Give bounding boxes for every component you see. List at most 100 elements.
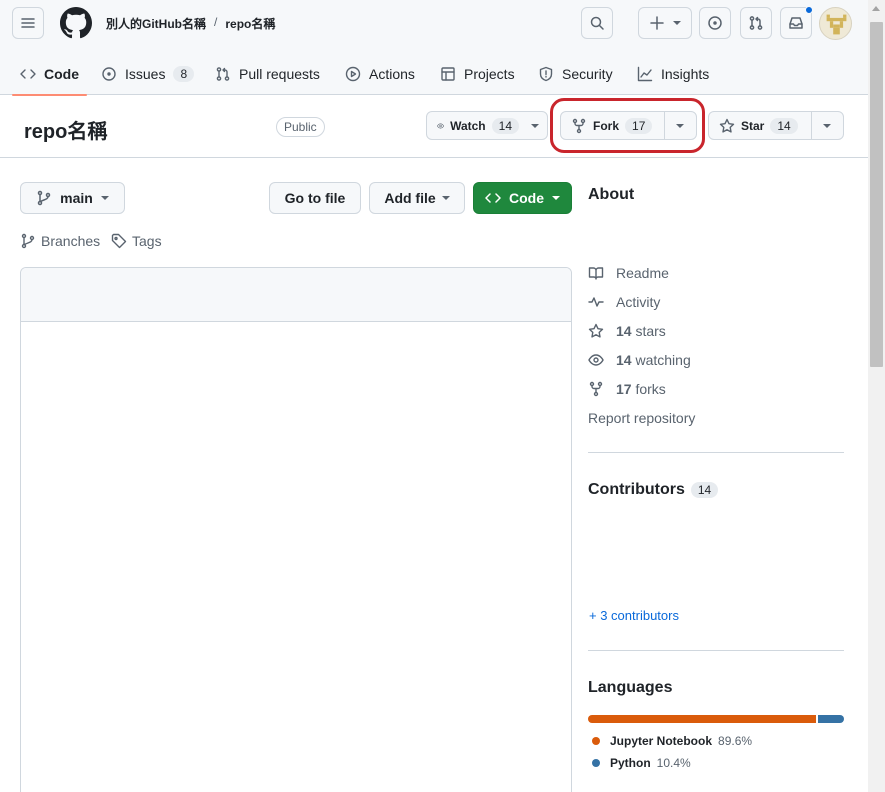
create-new-button[interactable] — [638, 7, 692, 39]
menu-button[interactable] — [12, 7, 44, 39]
github-logo-icon[interactable] — [60, 7, 92, 39]
search-button[interactable] — [581, 7, 613, 39]
play-icon — [345, 66, 361, 81]
language-color-dot — [592, 737, 600, 745]
eye-icon — [437, 122, 444, 129]
chevron-down-icon — [676, 123, 685, 128]
search-icon — [590, 16, 604, 30]
chevron-down-icon — [552, 196, 560, 200]
language-percent: 89.6% — [718, 734, 753, 748]
repo-link[interactable]: repo名稱 — [225, 15, 275, 32]
page-title[interactable]: repo名稱 — [24, 115, 107, 144]
star-dropdown-button[interactable] — [812, 112, 843, 139]
star-counter: 14 — [770, 117, 798, 134]
watch-button[interactable]: Watch 14 — [426, 111, 548, 140]
fork-icon — [572, 118, 586, 133]
add-file-button[interactable]: Add file — [369, 182, 465, 214]
page-scrollbar[interactable] — [868, 0, 885, 792]
star-icon — [719, 118, 735, 133]
languages-bar — [588, 715, 844, 723]
star-icon — [588, 323, 604, 338]
scroll-thumb[interactable] — [870, 22, 883, 367]
hamburger-icon — [21, 18, 35, 28]
fork-button[interactable]: Fork 17 — [561, 112, 664, 139]
stars-count: 14 — [616, 323, 632, 339]
tab-code[interactable]: Code — [12, 52, 87, 96]
stars-label: stars — [635, 323, 666, 339]
language-color-dot — [592, 759, 600, 767]
chevron-down-icon — [823, 123, 832, 128]
watchers-link[interactable]: 14 watching — [588, 352, 691, 368]
stars-link[interactable]: 14 stars — [588, 323, 666, 339]
file-list — [20, 267, 572, 792]
plus-icon — [650, 16, 664, 30]
languages-heading: Languages — [588, 679, 673, 696]
tags-link[interactable]: Tags — [111, 233, 162, 249]
tags-label: Tags — [132, 233, 162, 249]
contributors-heading[interactable]: Contributors 14 — [588, 481, 719, 499]
avatar[interactable] — [819, 7, 852, 40]
branch-icon — [21, 233, 35, 249]
language-bar-segment — [817, 715, 844, 723]
readme-link[interactable]: Readme — [588, 265, 669, 281]
language-item-jupyter[interactable]: Jupyter Notebook 89.6% — [592, 734, 752, 748]
language-percent: 10.4% — [656, 756, 691, 770]
issue-icon — [708, 16, 722, 30]
report-label: Report repository — [588, 410, 696, 426]
more-contributors-link[interactable]: + 3 contributors — [589, 608, 679, 623]
tab-label: Security — [562, 65, 613, 82]
latest-commit-bar — [21, 268, 571, 322]
tab-label: Projects — [464, 65, 515, 82]
branch-selector[interactable]: main — [20, 182, 125, 214]
owner-link[interactable]: 別人的GitHub名稱 — [106, 15, 206, 32]
tab-insights[interactable]: Insights — [637, 52, 709, 95]
code-icon — [485, 193, 501, 203]
forks-label: forks — [635, 381, 666, 397]
go-to-file-label: Go to file — [284, 190, 346, 206]
report-repository-link[interactable]: Report repository — [588, 410, 695, 426]
branches-link[interactable]: Branches — [20, 233, 100, 249]
fork-button-group: Fork 17 — [560, 111, 697, 140]
tab-pull-requests[interactable]: Pull requests — [215, 52, 320, 95]
language-name: Python — [610, 756, 651, 770]
notification-dot — [805, 6, 813, 14]
chevron-down-icon — [673, 21, 681, 25]
language-bar-segment — [588, 715, 816, 723]
watch-counter: 14 — [491, 117, 519, 134]
tab-label: Code — [44, 65, 79, 82]
pulse-icon — [588, 297, 604, 307]
forks-count: 17 — [616, 381, 632, 397]
divider — [588, 650, 844, 651]
tab-actions[interactable]: Actions — [345, 52, 415, 95]
tab-projects[interactable]: Projects — [440, 52, 515, 95]
tab-label: Issues — [125, 65, 166, 82]
graph-icon — [637, 66, 653, 81]
tab-security[interactable]: Security — [538, 52, 613, 95]
visibility-badge: Public — [276, 117, 325, 137]
code-button[interactable]: Code — [473, 182, 572, 214]
star-button-group: Star 14 — [708, 111, 844, 140]
about-heading: About — [588, 186, 635, 203]
language-item-python[interactable]: Python 10.4% — [592, 756, 691, 770]
go-to-file-button[interactable]: Go to file — [269, 182, 361, 214]
add-file-label: Add file — [384, 190, 436, 206]
activity-link[interactable]: Activity — [588, 294, 660, 310]
chevron-down-icon — [100, 196, 109, 200]
code-label: Code — [509, 190, 544, 206]
scroll-up-arrow-icon[interactable] — [872, 6, 880, 11]
watching-label: watching — [635, 352, 691, 368]
tab-label: Pull requests — [239, 65, 320, 82]
pull-request-icon — [749, 16, 763, 30]
star-label: Star — [741, 118, 765, 133]
tab-issues[interactable]: Issues 8 — [101, 52, 195, 95]
eye-icon — [588, 354, 604, 366]
fork-dropdown-button[interactable] — [665, 112, 696, 139]
tag-icon — [111, 233, 127, 249]
inbox-icon — [789, 17, 803, 29]
pull-requests-button[interactable] — [740, 7, 772, 39]
star-button[interactable]: Star 14 — [709, 112, 811, 139]
issues-button[interactable] — [699, 7, 731, 39]
branch-icon — [37, 190, 51, 206]
table-icon — [441, 66, 455, 81]
forks-link[interactable]: 17 forks — [588, 381, 666, 397]
